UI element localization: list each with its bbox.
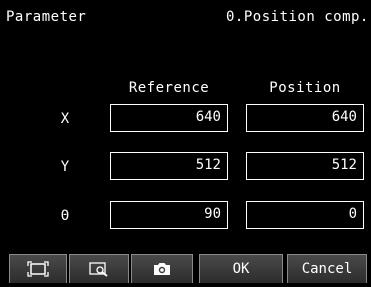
page-title: Parameter [6, 9, 87, 25]
fit-screen-icon [27, 261, 49, 277]
reference-theta-field[interactable]: 90 [110, 201, 228, 229]
position-x-field[interactable]: 640 [246, 104, 364, 132]
row-label-theta: Θ [60, 208, 70, 224]
cancel-button[interactable]: Cancel [287, 254, 367, 283]
position-theta-field[interactable]: 0 [246, 201, 364, 229]
ok-button[interactable]: OK [199, 254, 283, 283]
zoom-area-icon [89, 262, 108, 277]
position-y-field[interactable]: 512 [246, 152, 364, 180]
reference-y-field[interactable]: 512 [110, 152, 228, 180]
row-label-x: X [60, 111, 70, 127]
zoom-area-button[interactable] [69, 254, 129, 283]
column-header-position: Position [269, 80, 341, 96]
camera-icon [154, 263, 170, 275]
camera-button[interactable] [131, 254, 193, 283]
reference-x-field[interactable]: 640 [110, 104, 228, 132]
column-header-reference: Reference [128, 80, 210, 96]
row-label-y: Y [60, 159, 70, 175]
fit-screen-button[interactable] [9, 254, 67, 283]
title-bar: Parameter 0.Position comp. [0, 0, 371, 40]
page-subtitle: 0.Position comp. [226, 9, 369, 25]
